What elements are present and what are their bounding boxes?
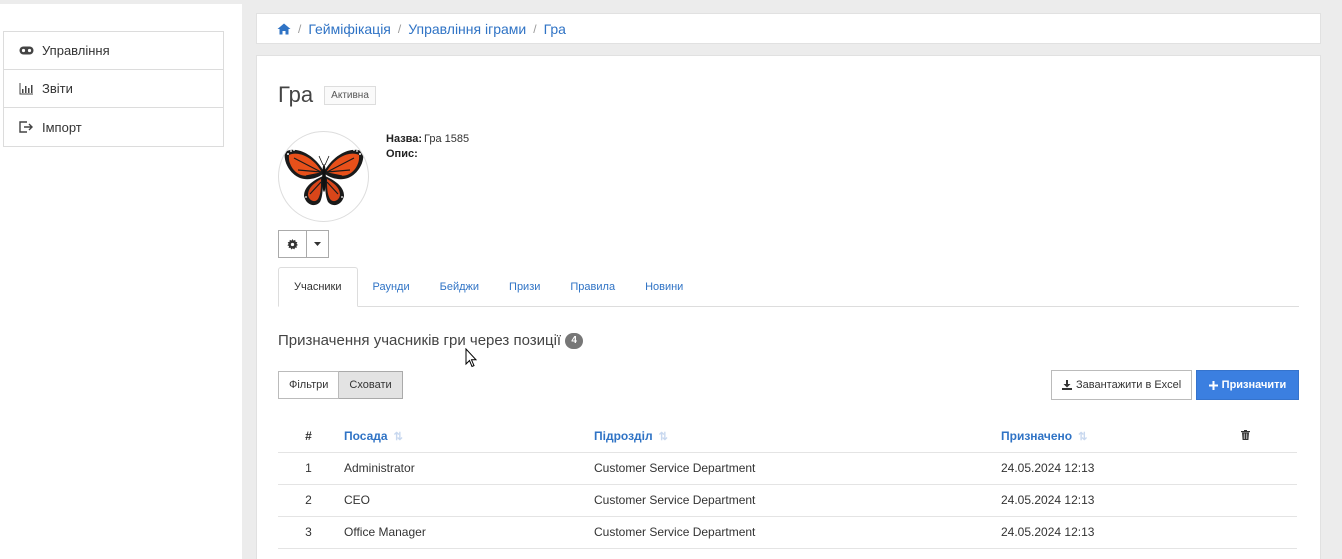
gamepad-icon bbox=[18, 44, 34, 58]
status-badge: Активна bbox=[324, 85, 376, 105]
sidebar-menu: Управління Звіти Імпорт bbox=[3, 31, 224, 147]
table-header-row: # Посада ⇅ Підрозділ ⇅ Призначено ⇅ bbox=[278, 420, 1297, 453]
header-position[interactable]: Посада ⇅ bbox=[339, 420, 594, 453]
row-position: CEO bbox=[339, 484, 594, 517]
filters-button[interactable]: Фільтри bbox=[278, 371, 340, 399]
page-title: Гра bbox=[278, 82, 314, 107]
game-avatar bbox=[278, 131, 369, 222]
breadcrumb: / Гейміфікація / Управління іграми / Гра bbox=[256, 13, 1321, 44]
row-num: 2 bbox=[278, 484, 339, 517]
info-name-row: Назва: Гра 1585 bbox=[386, 132, 469, 147]
name-value: Гра 1585 bbox=[424, 133, 470, 145]
section-title: Призначення учасників гри через позиції … bbox=[278, 332, 584, 349]
caret-down-icon bbox=[314, 242, 321, 246]
row-actions bbox=[1241, 516, 1297, 549]
hide-button[interactable]: Сховати bbox=[339, 371, 403, 399]
row-position: Administrator bbox=[339, 452, 594, 485]
desc-label: Опис: bbox=[386, 148, 418, 160]
sidebar-item-management[interactable]: Управління bbox=[4, 32, 223, 70]
header-department-label: Підрозділ bbox=[594, 428, 653, 443]
sort-icon: ⇅ bbox=[658, 430, 668, 443]
row-department: Customer Service Department bbox=[594, 484, 1001, 517]
table-row[interactable]: 3 Office Manager Customer Service Depart… bbox=[278, 516, 1297, 549]
tab-bar: Учасники Раунди Бейджи Призи Правила Нов… bbox=[278, 267, 1299, 307]
row-actions bbox=[1241, 484, 1297, 517]
gear-icon bbox=[287, 238, 298, 250]
row-position: Office Manager bbox=[339, 516, 594, 549]
filter-button-group: Фільтри Сховати bbox=[278, 371, 403, 399]
count-badge: 4 bbox=[565, 332, 584, 349]
sidebar: Управління Звіти Імпорт bbox=[0, 0, 242, 559]
info-desc-row: Опис: bbox=[386, 147, 469, 162]
row-num: 3 bbox=[278, 516, 339, 549]
breadcrumb-game-management[interactable]: Управління іграми bbox=[408, 21, 526, 37]
sort-icon: ⇅ bbox=[1078, 430, 1088, 443]
sidebar-item-label: Управління bbox=[42, 43, 110, 58]
settings-caret-button[interactable] bbox=[307, 230, 329, 258]
sort-icon: ⇅ bbox=[393, 430, 403, 443]
sidebar-item-label: Імпорт bbox=[42, 119, 82, 135]
header-num: # bbox=[278, 420, 339, 453]
tab-rounds[interactable]: Раунди bbox=[358, 267, 425, 306]
download-excel-button[interactable]: Завантажити в Excel bbox=[1051, 370, 1193, 400]
name-label: Назва: bbox=[386, 133, 423, 145]
row-assigned: 24.05.2024 12:13 bbox=[1001, 484, 1241, 517]
sidebar-top-gap bbox=[0, 0, 242, 4]
row-department: Customer Service Department bbox=[594, 516, 1001, 549]
row-assigned: 24.05.2024 12:13 bbox=[1001, 516, 1241, 549]
participants-table: # Посада ⇅ Підрозділ ⇅ Призначено ⇅ 1 Admin… bbox=[278, 420, 1297, 549]
mouse-cursor-icon bbox=[465, 347, 478, 371]
sidebar-item-import[interactable]: Імпорт bbox=[4, 108, 223, 146]
trash-icon bbox=[1241, 429, 1250, 440]
download-excel-label: Завантажити в Excel bbox=[1076, 379, 1182, 391]
assign-label: Призначити bbox=[1221, 379, 1287, 391]
game-info: Назва: Гра 1585 Опис: bbox=[386, 132, 469, 162]
home-icon[interactable] bbox=[277, 23, 291, 35]
header-position-label: Посада bbox=[344, 428, 388, 443]
breadcrumb-separator: / bbox=[397, 21, 402, 36]
tab-rules[interactable]: Правила bbox=[555, 267, 630, 306]
assign-button[interactable]: Призначити bbox=[1196, 370, 1299, 400]
header-department[interactable]: Підрозділ ⇅ bbox=[594, 420, 1001, 453]
settings-dropdown bbox=[278, 230, 329, 258]
tab-badges[interactable]: Бейджи bbox=[425, 267, 494, 306]
row-assigned: 24.05.2024 12:13 bbox=[1001, 452, 1241, 485]
settings-button[interactable] bbox=[278, 230, 307, 258]
header-assigned-label: Призначено bbox=[1001, 428, 1073, 443]
breadcrumb-separator: / bbox=[533, 21, 537, 36]
breadcrumb-separator: / bbox=[298, 21, 302, 36]
plus-icon bbox=[1208, 380, 1218, 390]
row-actions bbox=[1241, 452, 1297, 485]
tab-prizes[interactable]: Призи bbox=[494, 267, 555, 306]
butterfly-icon bbox=[284, 148, 363, 205]
header-assigned[interactable]: Призначено ⇅ bbox=[1001, 420, 1241, 453]
title-row: Гра Активна bbox=[278, 82, 376, 108]
table-row[interactable]: 2 CEO Customer Service Department 24.05.… bbox=[278, 484, 1297, 517]
table-row[interactable]: 1 Administrator Customer Service Departm… bbox=[278, 452, 1297, 485]
import-icon bbox=[18, 120, 34, 134]
row-num: 1 bbox=[278, 452, 339, 485]
download-icon bbox=[1062, 380, 1072, 390]
tab-participants[interactable]: Учасники bbox=[278, 267, 358, 307]
breadcrumb-gamification[interactable]: Гейміфікація bbox=[308, 21, 391, 37]
game-panel: Гра Активна Назва: Гра 1585 Опис: Учасни… bbox=[256, 55, 1321, 559]
section-title-text: Призначення учасників гри через позиції bbox=[278, 332, 562, 349]
header-delete[interactable] bbox=[1241, 420, 1297, 453]
row-department: Customer Service Department bbox=[594, 452, 1001, 485]
sidebar-item-reports[interactable]: Звіти bbox=[4, 70, 223, 108]
chart-icon bbox=[18, 82, 34, 96]
tab-news[interactable]: Новини bbox=[630, 267, 698, 306]
sidebar-item-label: Звіти bbox=[42, 81, 73, 96]
breadcrumb-game[interactable]: Гра bbox=[544, 21, 566, 37]
